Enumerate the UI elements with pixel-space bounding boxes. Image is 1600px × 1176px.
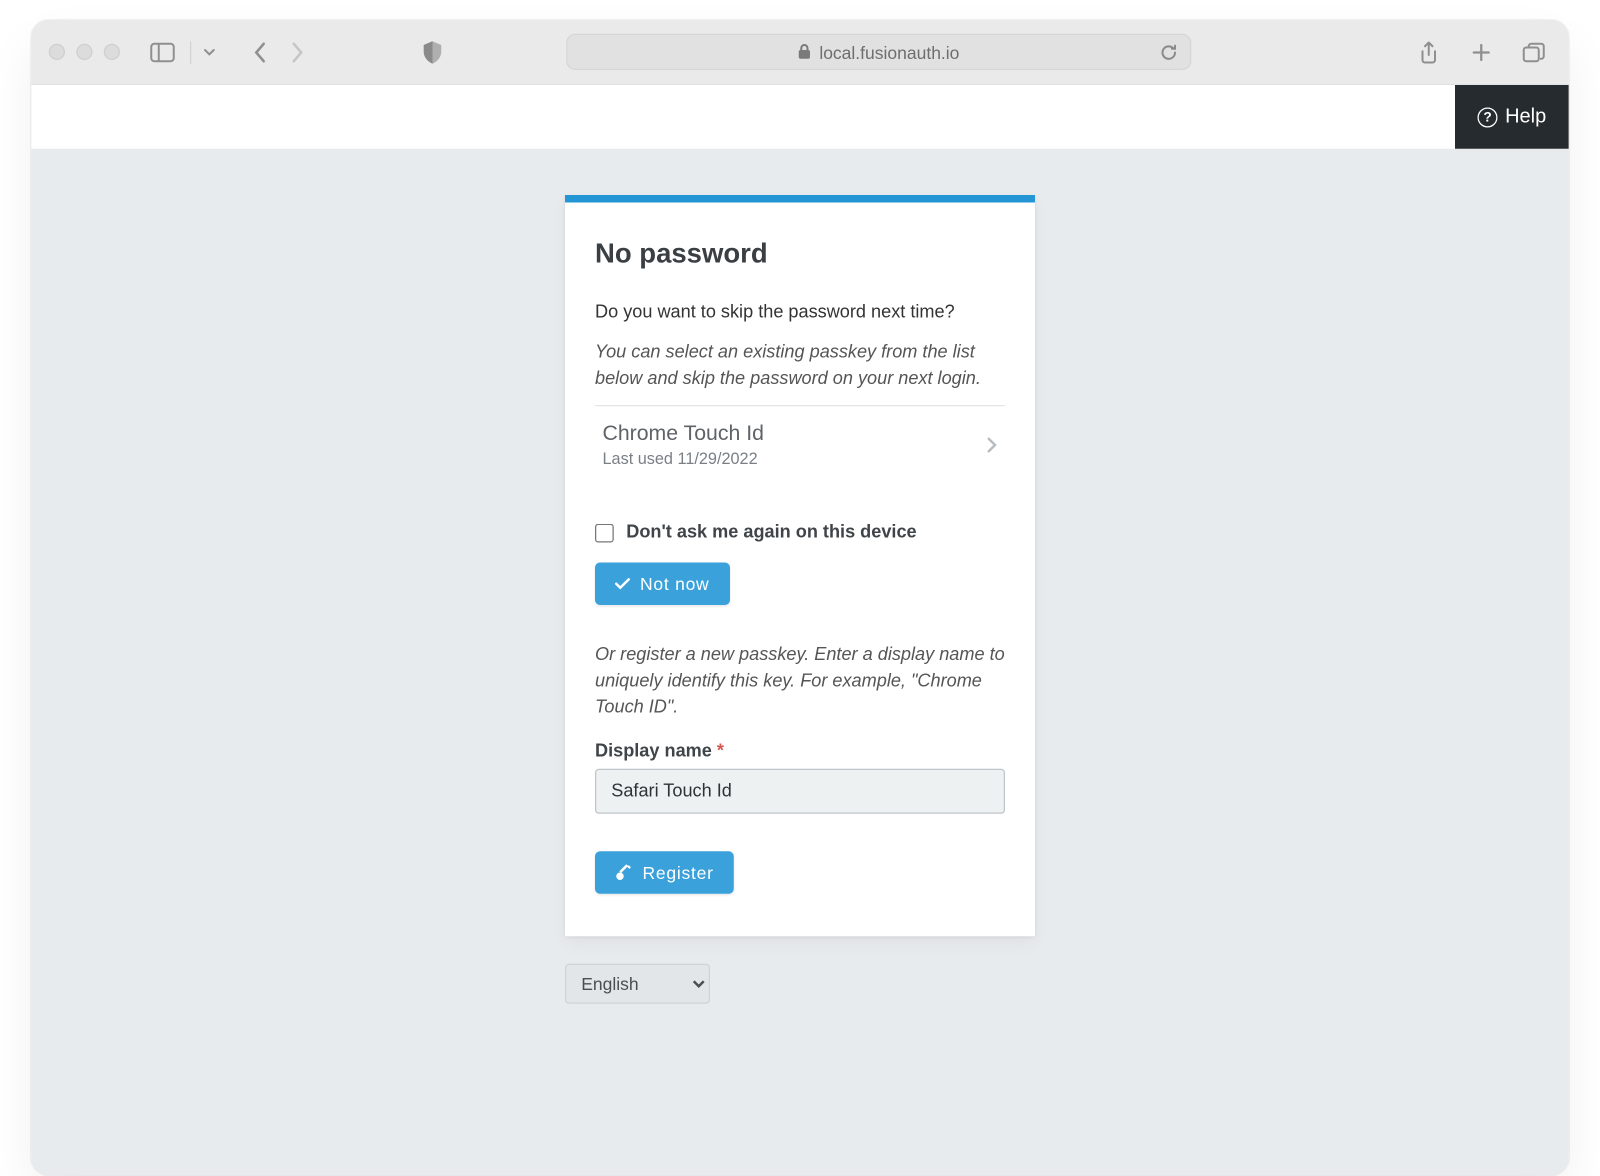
passkey-item[interactable]: Chrome Touch Id Last used 11/29/2022 bbox=[595, 406, 1005, 487]
required-asterisk: * bbox=[717, 741, 724, 761]
dont-ask-label[interactable]: Don't ask me again on this device bbox=[626, 523, 916, 543]
skip-prompt: Do you want to skip the password next ti… bbox=[595, 303, 1005, 323]
toolbar-separator bbox=[190, 41, 191, 64]
help-icon: ? bbox=[1478, 107, 1498, 127]
register-section: Or register a new passkey. Enter a displ… bbox=[595, 643, 1005, 894]
sidebar-toggle-group bbox=[143, 34, 221, 69]
not-now-label: Not now bbox=[640, 574, 709, 594]
register-label: Register bbox=[643, 863, 714, 883]
check-icon bbox=[615, 578, 630, 591]
language-selector: English bbox=[565, 964, 710, 1004]
toolbar-right bbox=[1411, 34, 1551, 69]
window-minimize[interactable] bbox=[76, 44, 92, 60]
key-icon bbox=[615, 864, 633, 882]
passkey-last-used: Last used 11/29/2022 bbox=[603, 449, 764, 468]
window-zoom[interactable] bbox=[104, 44, 120, 60]
tabs-icon[interactable] bbox=[1516, 34, 1551, 69]
lock-icon bbox=[798, 44, 812, 60]
dont-ask-row: Don't ask me again on this device bbox=[595, 523, 1005, 543]
browser-window: local.fusionauth.io ? Help No password bbox=[31, 20, 1569, 1175]
dont-ask-checkbox[interactable] bbox=[595, 523, 614, 542]
chevron-down-icon[interactable] bbox=[199, 48, 220, 56]
window-close[interactable] bbox=[49, 44, 65, 60]
share-icon[interactable] bbox=[1411, 34, 1446, 69]
existing-passkey-hint: You can select an existing passkey from … bbox=[595, 340, 1005, 393]
passkey-card: No password Do you want to skip the pass… bbox=[565, 195, 1035, 936]
browser-toolbar: local.fusionauth.io bbox=[31, 20, 1569, 85]
display-name-label: Display name * bbox=[595, 741, 1005, 761]
nav-group bbox=[243, 34, 316, 69]
language-select[interactable]: English bbox=[565, 964, 710, 1004]
chevron-right-icon bbox=[986, 436, 997, 454]
page-body: No password Do you want to skip the pass… bbox=[31, 150, 1569, 1175]
register-button[interactable]: Register bbox=[595, 851, 734, 894]
shield-icon[interactable] bbox=[415, 34, 450, 69]
help-button[interactable]: ? Help bbox=[1455, 85, 1569, 149]
back-button[interactable] bbox=[243, 34, 278, 69]
url-text: local.fusionauth.io bbox=[819, 42, 959, 62]
help-label: Help bbox=[1505, 106, 1546, 129]
not-now-button[interactable]: Not now bbox=[595, 563, 729, 606]
sidebar-icon[interactable] bbox=[143, 34, 183, 69]
display-name-input[interactable] bbox=[595, 769, 1005, 814]
page-title: No password bbox=[595, 238, 1005, 271]
window-controls bbox=[49, 44, 120, 60]
passkey-text: Chrome Touch Id Last used 11/29/2022 bbox=[603, 421, 764, 467]
app-header: ? Help bbox=[31, 85, 1569, 150]
new-tab-icon[interactable] bbox=[1464, 34, 1499, 69]
forward-button[interactable] bbox=[280, 34, 315, 69]
passkey-name: Chrome Touch Id bbox=[603, 421, 764, 446]
register-hint: Or register a new passkey. Enter a displ… bbox=[595, 643, 1005, 722]
reload-icon[interactable] bbox=[1160, 43, 1178, 61]
address-bar[interactable]: local.fusionauth.io bbox=[566, 34, 1191, 70]
